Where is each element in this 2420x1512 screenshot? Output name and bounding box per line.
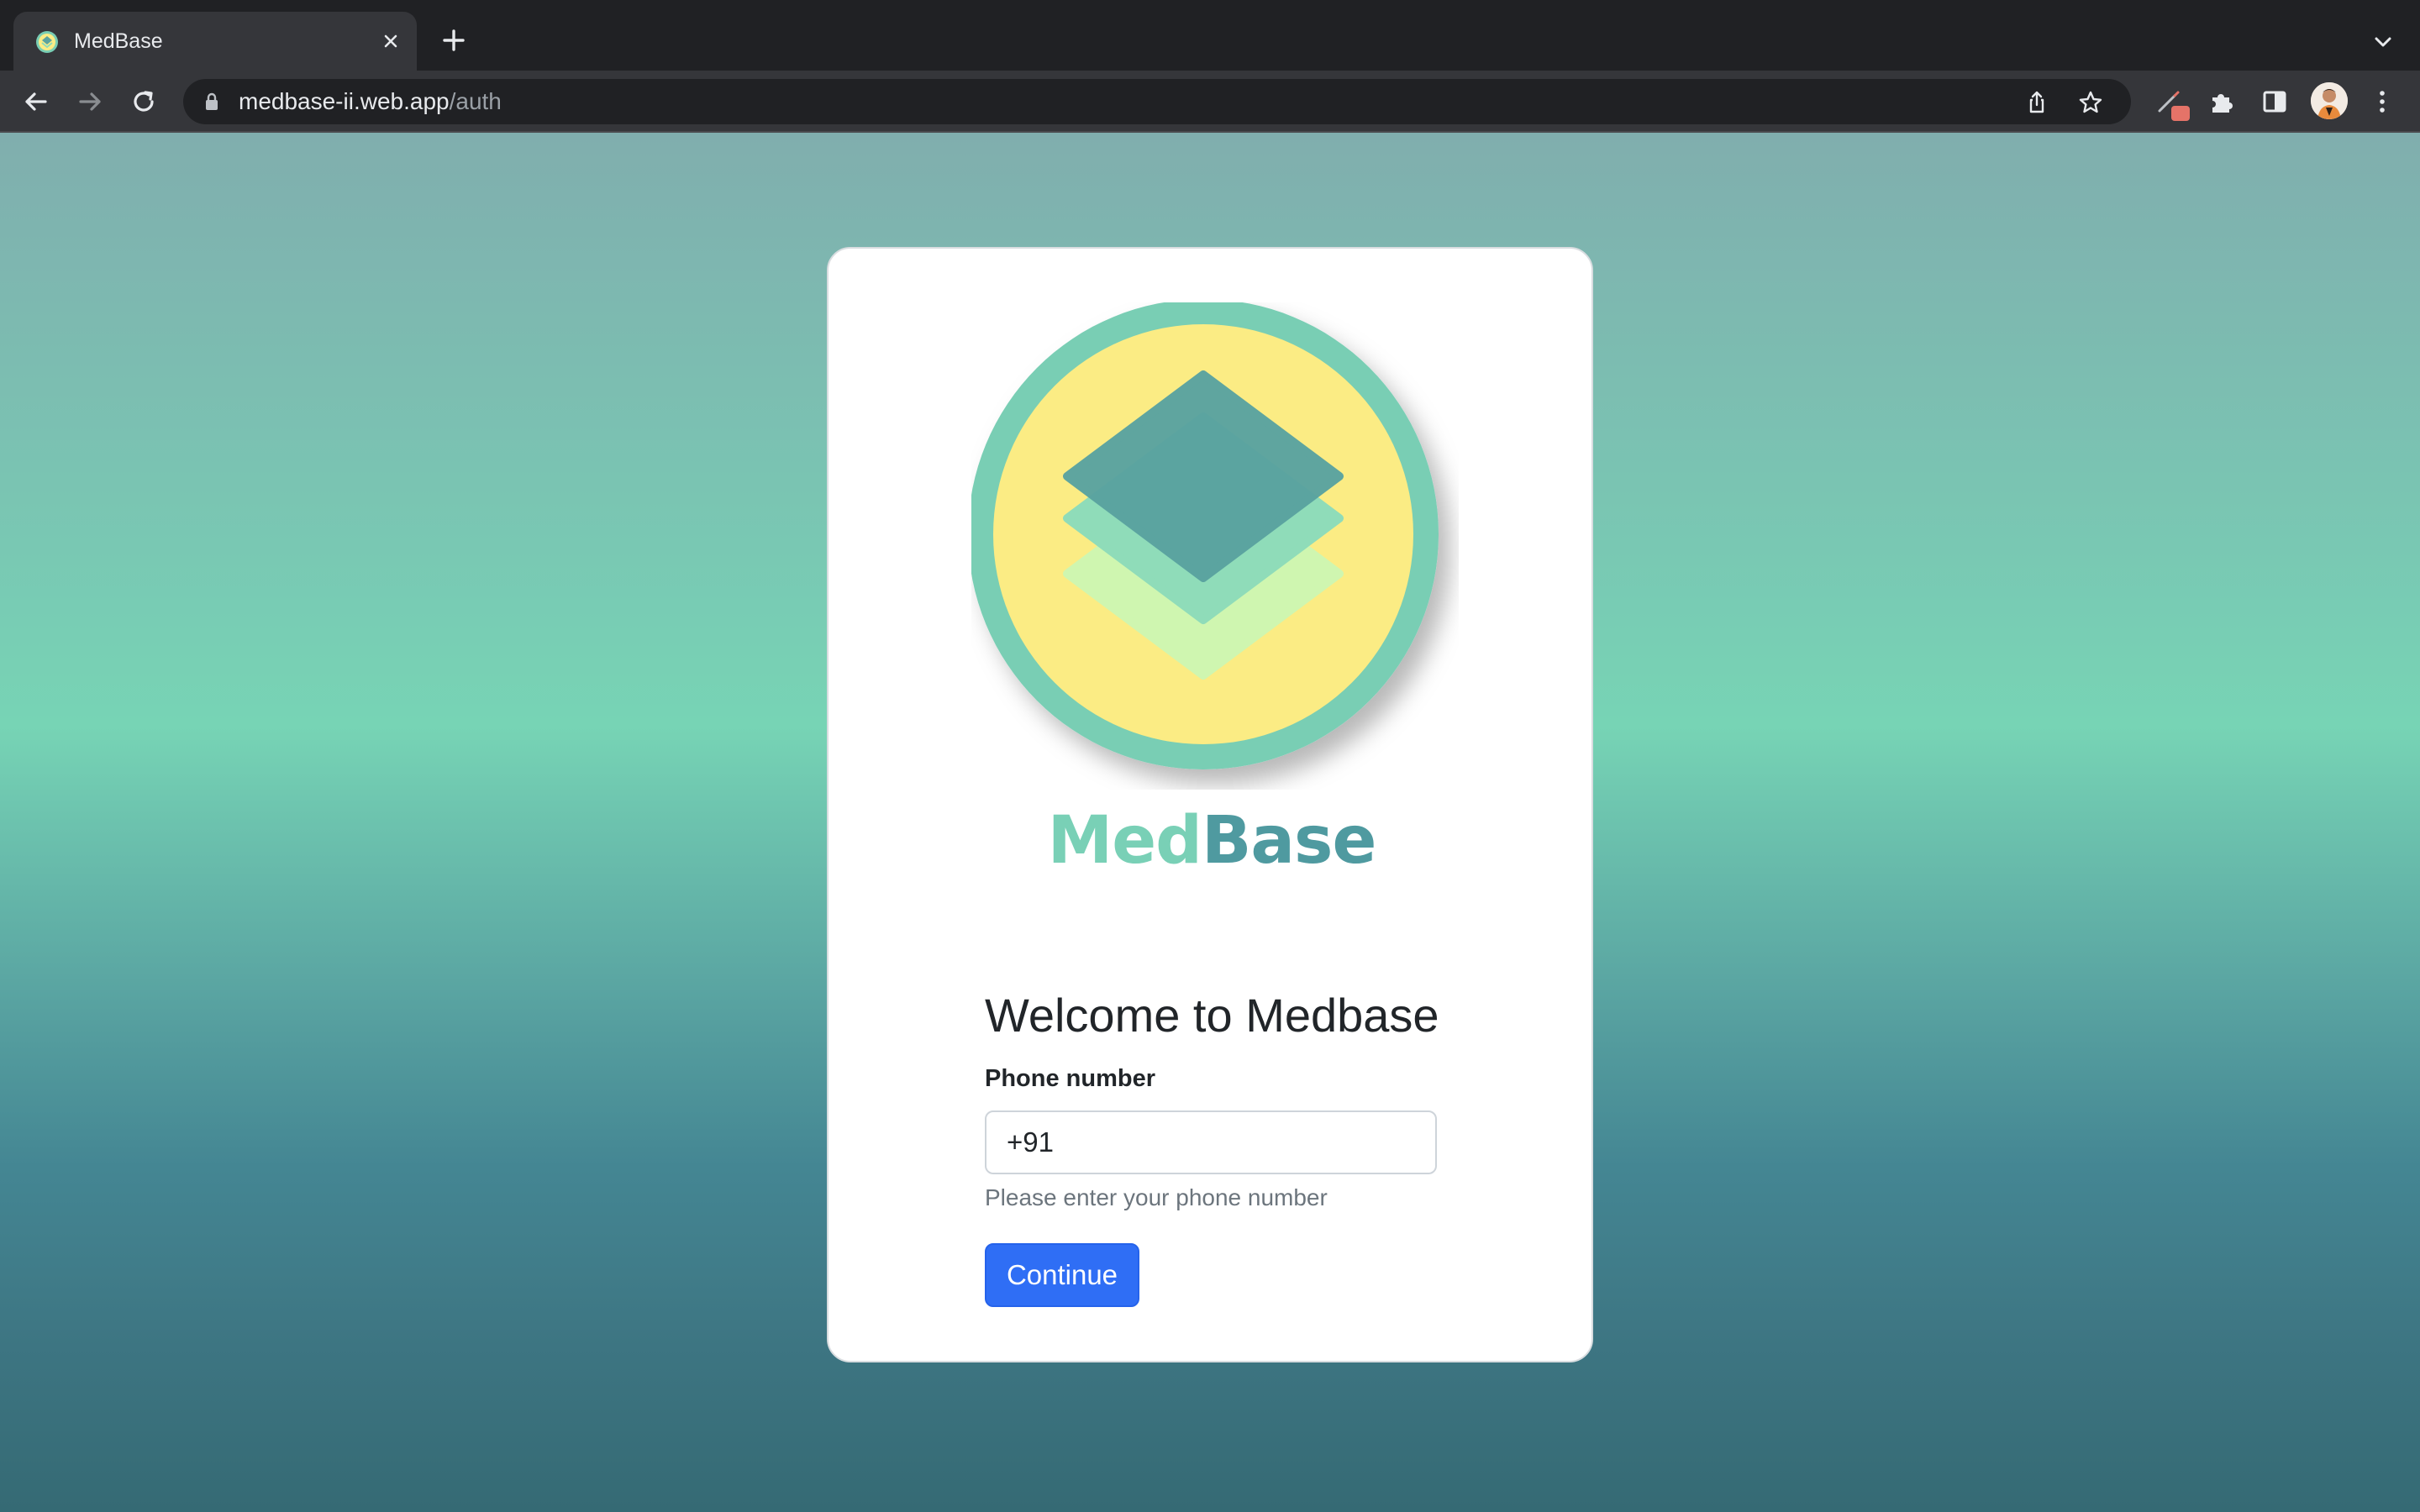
phone-label: Phone number: [985, 1065, 1156, 1092]
medbase-favicon-icon: [36, 31, 58, 53]
extension-badge: [2171, 106, 2190, 121]
puzzle-icon[interactable]: [2206, 86, 2238, 118]
brand-base: Base: [1201, 803, 1376, 879]
brand-wordmark: MedBase: [829, 803, 1595, 879]
chevron-down-icon[interactable]: [2370, 29, 2396, 55]
phone-hint: Please enter your phone number: [985, 1184, 1328, 1210]
url-text: medbase-ii.web.app/auth: [239, 87, 502, 116]
url-domain: medbase-ii.web.app: [239, 88, 450, 114]
share-icon[interactable]: [2023, 89, 2050, 116]
continue-button[interactable]: Continue: [985, 1243, 1139, 1307]
side-panel-icon[interactable]: [2259, 86, 2291, 118]
page-background: MedBase Welcome to Medbase Phone number …: [0, 133, 2420, 1512]
profile-avatar[interactable]: [2311, 82, 2348, 119]
reload-icon[interactable]: [128, 86, 160, 118]
auth-card: MedBase Welcome to Medbase Phone number …: [827, 247, 1593, 1362]
medbase-logo-icon: [971, 302, 1439, 769]
star-icon[interactable]: [2077, 89, 2104, 116]
browser-toolbar: medbase-ii.web.app/auth: [0, 71, 2420, 133]
browser-tab-medbase[interactable]: MedBase: [13, 12, 417, 71]
close-icon[interactable]: [378, 29, 403, 54]
arrow-right-icon[interactable]: [74, 86, 106, 118]
plus-icon[interactable]: [437, 24, 471, 57]
url-path: /auth: [449, 88, 502, 114]
page-title: Welcome to Medbase: [985, 989, 1439, 1042]
address-bar[interactable]: medbase-ii.web.app/auth: [183, 79, 2131, 124]
phone-input[interactable]: [985, 1110, 1437, 1174]
brand-med: Med: [1047, 803, 1202, 879]
kebab-menu-icon[interactable]: [2366, 86, 2398, 118]
arrow-left-icon[interactable]: [20, 86, 52, 118]
lock-icon[interactable]: [203, 92, 220, 111]
browser-tab-strip: MedBase: [0, 0, 2420, 71]
tab-title: MedBase: [74, 29, 163, 53]
profile-avatar-icon: [2311, 82, 2348, 119]
